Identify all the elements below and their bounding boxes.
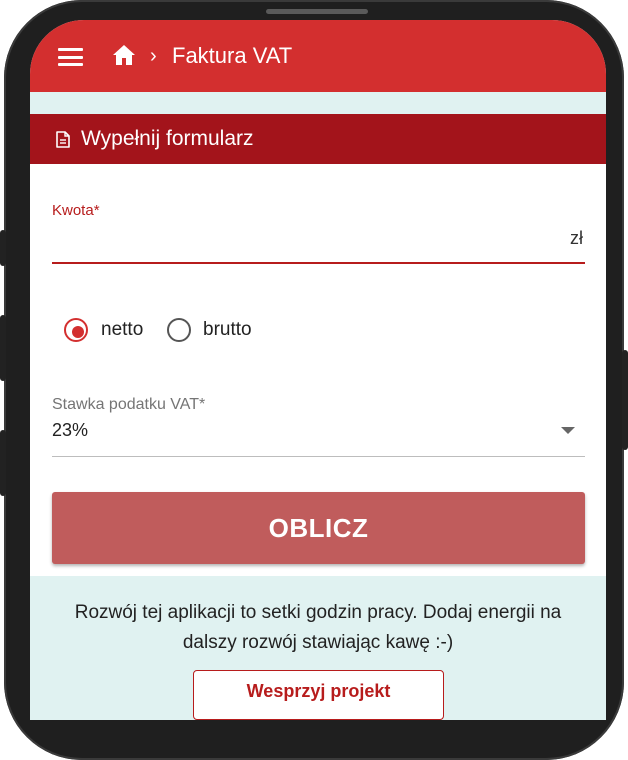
- support-message: Rozwój tej aplikacji to setki godzin pra…: [74, 602, 562, 653]
- support-section: Rozwój tej aplikacji to setki godzin pra…: [30, 576, 606, 720]
- home-icon[interactable]: [112, 44, 136, 66]
- phone-side-button: [0, 230, 6, 266]
- calculate-button[interactable]: OBLICZ: [52, 492, 585, 564]
- phone-side-button: [0, 430, 6, 496]
- support-project-button[interactable]: Wesprzyj projekt: [193, 670, 444, 720]
- phone-side-button: [622, 350, 628, 450]
- vat-rate-select[interactable]: 23%: [52, 416, 585, 450]
- amount-label: Kwota*: [52, 202, 100, 219]
- radio-unchecked-circle[interactable]: [167, 318, 191, 342]
- app-bar: › Faktura VAT: [30, 20, 606, 92]
- phone-frame: › Faktura VAT Wypełnij formularz Kwota* …: [0, 0, 628, 760]
- radio-dot: [72, 326, 84, 338]
- dropdown-arrow-icon[interactable]: [561, 427, 575, 434]
- radio-brutto-label: brutto: [203, 319, 252, 340]
- page-title: Faktura VAT: [172, 43, 293, 68]
- vat-rate-label: Stawka podatku VAT*: [52, 396, 206, 413]
- phone-speaker: [266, 9, 368, 14]
- currency-suffix: zł: [570, 228, 583, 248]
- radio-checked-circle[interactable]: [64, 318, 88, 342]
- vat-form: Kwota* zł netto brutto Stawka podatku VA…: [30, 164, 606, 576]
- header-strip: [30, 92, 606, 114]
- hamburger-menu-icon[interactable]: [58, 48, 83, 66]
- radio-netto-label: netto: [101, 319, 144, 340]
- breadcrumb-separator: ›: [150, 45, 157, 67]
- document-icon: [56, 131, 70, 148]
- form-section-header: Wypełnij formularz: [30, 114, 606, 164]
- phone-side-button: [0, 315, 6, 381]
- amount-underline: [52, 262, 585, 264]
- vat-rate-underline: [52, 456, 585, 457]
- app-screen: › Faktura VAT Wypełnij formularz Kwota* …: [30, 20, 606, 720]
- amount-input[interactable]: [52, 224, 546, 262]
- vat-rate-value: 23%: [52, 420, 89, 440]
- section-title: Wypełnij formularz: [81, 127, 254, 150]
